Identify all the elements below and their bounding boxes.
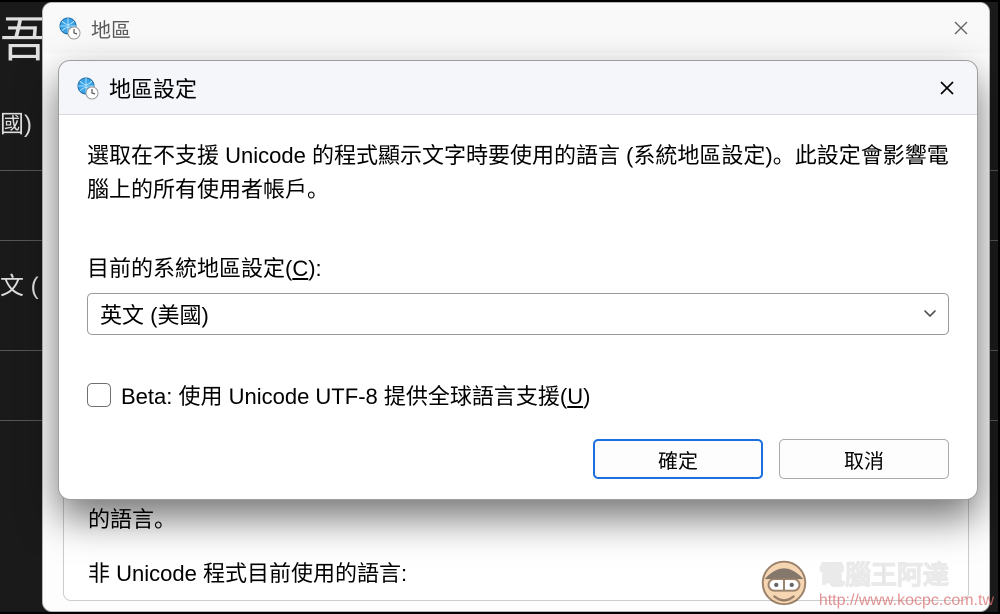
- utf8-beta-checkbox[interactable]: [87, 383, 111, 407]
- utf8-beta-checkbox-row[interactable]: Beta: 使用 Unicode UTF-8 提供全球語言支援(U): [87, 379, 949, 411]
- close-icon: [939, 80, 955, 96]
- dialog-body: 選取在不支援 Unicode 的程式顯示文字時要使用的語言 (系統地區設定)。此…: [59, 115, 977, 499]
- dialog-actions: 確定 取消: [87, 439, 949, 479]
- globe-clock-icon: [57, 16, 81, 40]
- globe-clock-icon: [75, 76, 99, 100]
- close-icon: [953, 20, 969, 36]
- locale-select[interactable]: 英文 (美國): [87, 293, 949, 335]
- locale-select-label: 目前的系統地區設定(C):: [87, 251, 949, 283]
- ok-button[interactable]: 確定: [593, 439, 763, 479]
- backdrop-text-fragment: 文 (: [0, 266, 39, 301]
- region-window-title: 地區: [91, 14, 131, 43]
- region-body-text: 的語言。: [88, 502, 944, 534]
- dialog-titlebar: 地區設定: [59, 61, 977, 115]
- chevron-down-icon: [922, 301, 938, 327]
- backdrop-text-fragment: 國): [0, 104, 32, 139]
- dialog-close-button[interactable]: [925, 66, 969, 110]
- region-window-close-button[interactable]: [937, 4, 985, 52]
- region-body-text: 非 Unicode 程式目前使用的語言:: [88, 556, 944, 588]
- cancel-button[interactable]: 取消: [779, 439, 949, 479]
- dialog-description: 選取在不支援 Unicode 的程式顯示文字時要使用的語言 (系統地區設定)。此…: [87, 139, 949, 207]
- dialog-title: 地區設定: [109, 72, 197, 104]
- locale-select-value: 英文 (美國): [100, 298, 209, 330]
- region-settings-dialog: 地區設定 選取在不支援 Unicode 的程式顯示文字時要使用的語言 (系統地區…: [58, 60, 978, 500]
- utf8-beta-label: Beta: 使用 Unicode UTF-8 提供全球語言支援(U): [121, 379, 590, 411]
- region-window-titlebar: 地區: [43, 3, 989, 53]
